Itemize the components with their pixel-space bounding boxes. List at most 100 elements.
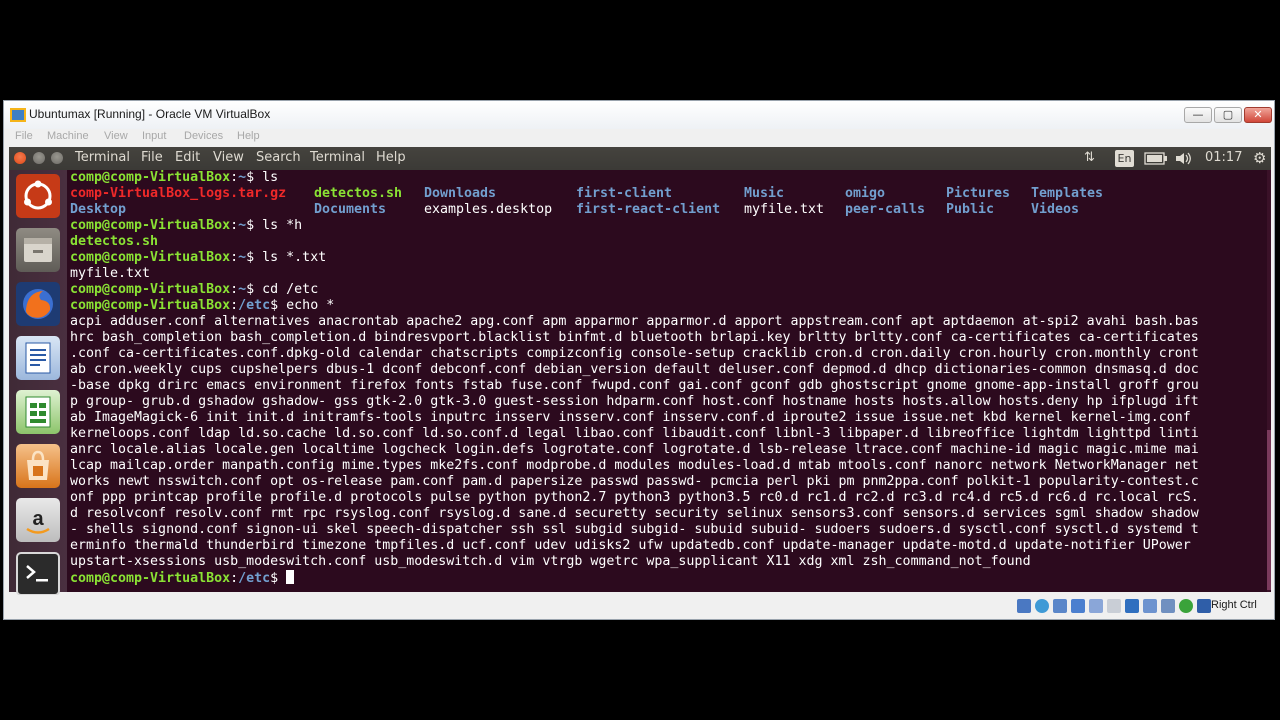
prompt-user: comp@comp-VirtualBox [70, 170, 231, 185]
echo-output-line: - shells signond.conf signon-ui skel spe… [70, 522, 1199, 537]
shared-folders-icon[interactable] [1107, 599, 1121, 613]
vbox-menu-view[interactable]: View [104, 130, 128, 142]
ubuntu-launcher: a [9, 170, 67, 596]
terminal-icon[interactable] [16, 552, 60, 596]
ubuntu-top-panel: Terminal File Edit View Search Terminal … [9, 147, 1271, 170]
command: ls *h [262, 218, 303, 233]
echo-output-line: hrc bash_completion bash_completion.d bi… [70, 330, 1199, 345]
prompt-user: comp@comp-VirtualBox [70, 571, 231, 586]
minimize-button[interactable]: — [1184, 107, 1212, 123]
command: echo * [286, 298, 335, 313]
ls-entry-directory: Music [744, 186, 785, 201]
usb-icon[interactable] [1089, 599, 1103, 613]
files-icon[interactable] [16, 228, 60, 272]
keyboard-layout-indicator[interactable]: En [1115, 150, 1134, 167]
calc-icon[interactable] [16, 390, 60, 434]
echo-output-line: p group- grub.d gshadow gshadow- gss gtk… [70, 394, 1199, 409]
svg-text:a: a [32, 508, 44, 530]
terminal-minimize-button[interactable] [33, 152, 45, 164]
battery-icon[interactable] [1144, 152, 1168, 165]
echo-output-line: upstart-xsessions usb_modeswitch.conf us… [70, 554, 1031, 569]
command: ls [262, 170, 279, 185]
echo-output-line: acpi adduser.conf alternatives anacronta… [70, 314, 1199, 329]
menu-view[interactable]: View [213, 150, 244, 165]
vbox-menu-input[interactable]: Input [142, 130, 166, 142]
prompt-path: ~ [238, 250, 247, 265]
menu-file[interactable]: File [141, 150, 163, 165]
network-arrows-icon[interactable]: ⇅ [1084, 150, 1095, 165]
window-title: Ubuntumax [Running] - Oracle VM VirtualB… [29, 107, 271, 121]
echo-output-line: works newt nsswitch.conf opt os-release … [70, 474, 1199, 489]
echo-output-line: erminfo thermald thunderbird timezone tm… [70, 538, 1191, 553]
virtualbox-window: Ubuntumax [Running] - Oracle VM VirtualB… [3, 100, 1275, 620]
writer-icon[interactable] [16, 336, 60, 380]
ls-entry-directory: Pictures [946, 186, 1011, 201]
echo-output-line: lcap mailcap.order manpath.config mime.t… [70, 458, 1199, 473]
prompt-user: comp@comp-VirtualBox [70, 282, 231, 297]
echo-output-line: onf ppp printcap profile profile.d proto… [70, 490, 1199, 505]
gear-icon[interactable]: ⚙ [1253, 149, 1266, 167]
terminal-close-button[interactable] [14, 152, 26, 164]
audio-icon[interactable] [1053, 599, 1067, 613]
prompt-user: comp@comp-VirtualBox [70, 218, 231, 233]
ls-entry-file: myfile.txt [744, 202, 825, 217]
amazon-icon[interactable]: a [16, 498, 60, 542]
prompt-path: ~ [238, 218, 247, 233]
ls-entry-directory: Public [946, 202, 995, 217]
menu-terminal[interactable]: Terminal [310, 150, 365, 165]
text-cursor [286, 570, 295, 584]
prompt-path: /etc [238, 571, 271, 586]
software-center-icon[interactable] [16, 444, 60, 488]
ls-entry-directory: first-client [576, 186, 673, 201]
command-output: detectos.sh [70, 234, 159, 249]
terminal-scrollbar[interactable] [1267, 170, 1271, 592]
host-key-label[interactable]: Right Ctrl [1211, 599, 1257, 611]
ls-entry-directory: Videos [1031, 202, 1080, 217]
volume-icon[interactable] [1175, 152, 1193, 165]
menu-help[interactable]: Help [376, 150, 406, 165]
echo-output-line: ab ImageMagick-6 init init.d initramfs-t… [70, 410, 1191, 425]
prompt-path: ~ [238, 170, 247, 185]
cpu-icon[interactable] [1161, 599, 1175, 613]
prompt-path: ~ [238, 282, 247, 297]
restore-button[interactable]: ▢ [1214, 107, 1242, 123]
echo-output-line: .conf ca-certificates.conf.dpkg-old cale… [70, 346, 1199, 361]
ls-entry-file: examples.desktop [424, 202, 553, 217]
ls-entry-directory: Downloads [424, 186, 497, 201]
ls-entry-executable: detectos.sh [314, 186, 403, 201]
ls-entry-directory: Documents [314, 202, 387, 217]
prompt-user: comp@comp-VirtualBox [70, 250, 231, 265]
vbox-menu-devices[interactable]: Devices [184, 130, 223, 142]
hard-disk-icon[interactable] [1017, 599, 1031, 613]
scrollbar-thumb[interactable] [1267, 430, 1271, 590]
firefox-icon[interactable] [16, 282, 60, 326]
command: ls *.txt [262, 250, 327, 265]
display-icon[interactable] [1125, 599, 1139, 613]
terminal-output[interactable]: comp@comp-VirtualBox:~$ ls comp-VirtualB… [67, 170, 1271, 592]
virtualbox-statusbar: Right Ctrl [4, 595, 1274, 619]
command-output: myfile.txt [70, 266, 151, 281]
prompt-path: /etc [238, 298, 271, 313]
clock[interactable]: 01:17 [1205, 150, 1242, 165]
recording-icon[interactable] [1143, 599, 1157, 613]
virtualbox-titlebar: Ubuntumax [Running] - Oracle VM VirtualB… [4, 101, 1274, 129]
vbox-menu-machine[interactable]: Machine [47, 130, 89, 142]
network-icon[interactable] [1071, 599, 1085, 613]
keyboard-capture-icon[interactable] [1197, 599, 1211, 613]
echo-output-line: anrc locale.alias locale.gen localtime l… [70, 442, 1199, 457]
echo-output-line: d resolvconf resolv.conf rmt rpc rsyslog… [70, 506, 1199, 521]
prompt-user: comp@comp-VirtualBox [70, 298, 231, 313]
virtualbox-app-icon [10, 108, 26, 122]
echo-output-line: ab cron.weekly cups cupshelpers dbus-1 d… [70, 362, 1199, 377]
menu-edit[interactable]: Edit [175, 150, 200, 165]
echo-output-line: -base dpkg drirc emacs environment firef… [70, 378, 1199, 393]
vbox-menu-help[interactable]: Help [237, 130, 260, 142]
guest-additions-icon[interactable] [1179, 599, 1193, 613]
vbox-menu-file[interactable]: File [15, 130, 33, 142]
optical-drive-icon[interactable] [1035, 599, 1049, 613]
ls-entry-directory: peer-calls [845, 202, 926, 217]
close-button[interactable]: ✕ [1244, 107, 1272, 123]
menu-search[interactable]: Search [256, 150, 301, 165]
ubuntu-dash-icon[interactable] [16, 174, 60, 218]
terminal-maximize-button[interactable] [51, 152, 63, 164]
